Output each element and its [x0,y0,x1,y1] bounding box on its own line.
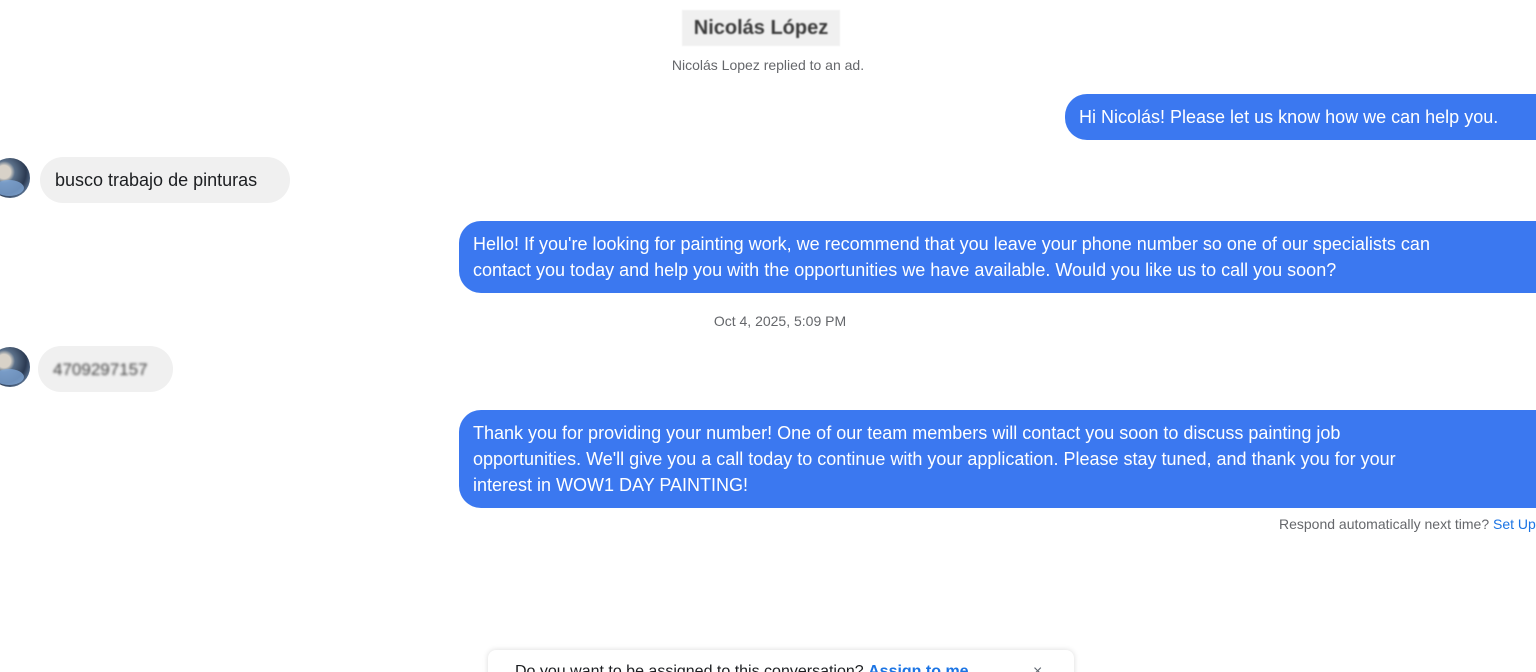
incoming-message[interactable]: busco trabajo de pinturas [40,157,290,203]
outgoing-message[interactable]: Hello! If you're looking for painting wo… [459,221,1536,293]
message-line: contact you today and help you with the … [473,260,1337,280]
message-line: Thank you for providing your number! One… [473,423,1341,443]
conversation-view: Nicolás López Nicolás Lopez replied to a… [0,0,1536,672]
ad-reply-note: Nicolás Lopez replied to an ad. [671,57,865,73]
auto-reply-note: Respond automatically next time? Set Up [1279,516,1536,532]
message-text: 4709297157 [53,360,148,379]
auto-reply-prompt: Respond automatically next time? [1279,516,1490,532]
message-line: Hello! If you're looking for painting wo… [473,234,1430,254]
message-text: Hi Nicolás! Please let us know how we ca… [1079,107,1499,127]
contact-name[interactable]: Nicolás López [682,10,840,46]
assign-banner: Do you want to be assigned to this conve… [488,650,1074,672]
contact-avatar[interactable] [0,158,30,198]
contact-avatar[interactable] [0,347,30,387]
message-line: opportunities. We'll give you a call tod… [473,449,1396,469]
message-line: interest in WOW1 DAY PAINTING! [473,475,749,495]
message-timestamp: Oct 4, 2025, 5:09 PM [713,313,847,329]
set-up-link[interactable]: Set Up [1493,516,1536,532]
incoming-message[interactable]: 4709297157 [38,346,173,392]
message-text: busco trabajo de pinturas [55,170,258,190]
outgoing-message[interactable]: Thank you for providing your number! One… [459,410,1536,508]
outgoing-message[interactable]: Hi Nicolás! Please let us know how we ca… [1065,94,1536,140]
assign-to-me-button[interactable]: Assign to me [868,663,968,672]
close-icon[interactable]: × [1033,663,1042,672]
assign-prompt: Do you want to be assigned to this conve… [515,663,864,672]
